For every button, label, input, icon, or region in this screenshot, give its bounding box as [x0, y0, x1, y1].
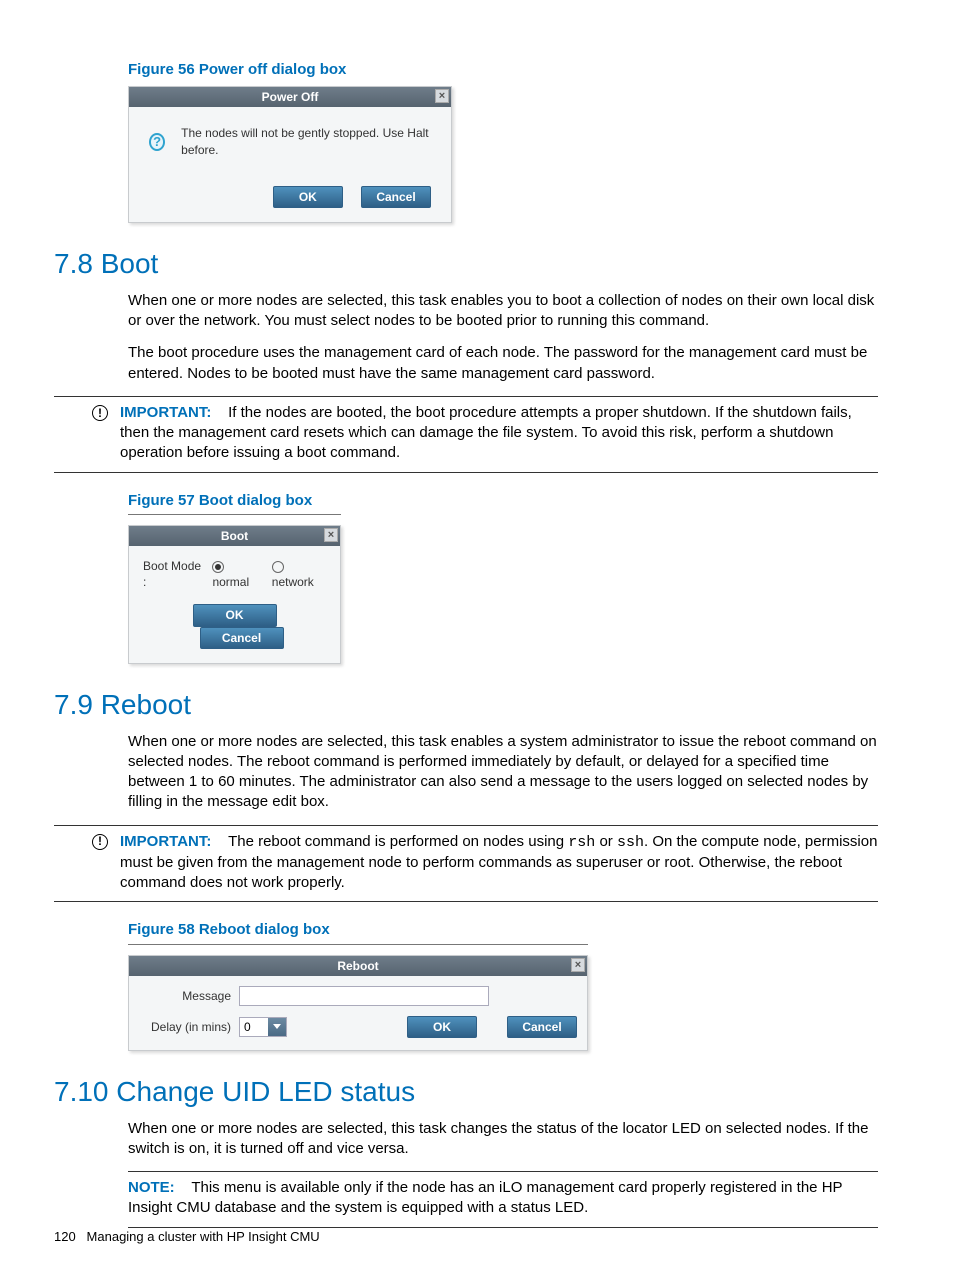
message-input[interactable]: [239, 986, 489, 1006]
ok-button[interactable]: OK: [193, 604, 277, 626]
divider: [54, 901, 878, 902]
figure-58-dialog: Reboot × Message Delay (in mins) 0 OK Ca…: [128, 955, 588, 1051]
dialog-title: Power Off ×: [129, 87, 451, 107]
divider: [54, 472, 878, 473]
figure-56-caption: Figure 56 Power off dialog box: [128, 60, 878, 80]
section-heading-uid: 7.10 Change UID LED status: [54, 1073, 878, 1111]
divider: [54, 396, 878, 397]
dialog-message: The nodes will not be gently stopped. Us…: [181, 125, 431, 157]
boot-para-2: The boot procedure uses the management c…: [128, 343, 878, 384]
cancel-button[interactable]: Cancel: [361, 186, 431, 208]
section-heading-reboot: 7.9 Reboot: [54, 686, 878, 724]
figure-56-dialog: Power Off × ? The nodes will not be gent…: [128, 86, 452, 223]
close-icon[interactable]: ×: [324, 528, 338, 542]
cancel-button[interactable]: Cancel: [507, 1016, 577, 1038]
figure-57-caption: Figure 57 Boot dialog box: [128, 491, 341, 515]
uid-note: NOTE: This menu is available only if the…: [128, 1178, 878, 1219]
important-icon: !: [92, 405, 108, 421]
important-boot: ! IMPORTANT: If the nodes are booted, th…: [54, 403, 878, 464]
note-text: This menu is available only if the node …: [128, 1179, 842, 1216]
important-text-a: The reboot command is performed on nodes…: [228, 833, 568, 850]
important-text-b: or: [595, 833, 617, 850]
radio-normal-label: normal: [212, 575, 249, 589]
page-footer: 120 Managing a cluster with HP Insight C…: [54, 1228, 320, 1246]
reboot-para-1: When one or more nodes are selected, thi…: [128, 732, 878, 813]
divider: [128, 1171, 878, 1172]
dialog-title: Reboot ×: [129, 956, 587, 976]
important-text: If the nodes are booted, the boot proced…: [120, 404, 852, 462]
dialog-title-text: Reboot: [337, 959, 378, 973]
radio-normal[interactable]: normal: [212, 558, 261, 590]
radio-network-label: network: [272, 575, 314, 589]
note-label: NOTE:: [128, 1179, 175, 1196]
important-body: IMPORTANT: If the nodes are booted, the …: [120, 403, 878, 464]
help-icon: ?: [149, 133, 165, 151]
dialog-title: Boot ×: [129, 526, 340, 546]
code-ssh: ssh: [617, 834, 644, 851]
boot-mode-label: Boot Mode :: [143, 558, 202, 590]
delay-spinner[interactable]: 0: [239, 1017, 287, 1037]
cancel-button[interactable]: Cancel: [200, 627, 284, 649]
figure-58-caption: Figure 58 Reboot dialog box: [128, 920, 588, 944]
figure-57-dialog: Boot × Boot Mode : normal network OK Can…: [128, 525, 341, 664]
radio-network[interactable]: network: [272, 558, 326, 590]
code-rsh: rsh: [568, 834, 595, 851]
page-number: 120: [54, 1229, 76, 1244]
divider: [54, 825, 878, 826]
close-icon[interactable]: ×: [435, 89, 449, 103]
important-icon: !: [92, 834, 108, 850]
boot-para-1: When one or more nodes are selected, thi…: [128, 291, 878, 332]
delay-label: Delay (in mins): [139, 1019, 231, 1035]
ok-button[interactable]: OK: [273, 186, 343, 208]
section-heading-boot: 7.8 Boot: [54, 245, 878, 283]
important-body: IMPORTANT: The reboot command is perform…: [120, 832, 878, 894]
delay-value: 0: [240, 1019, 268, 1035]
close-icon[interactable]: ×: [571, 958, 585, 972]
chevron-down-icon[interactable]: [268, 1018, 286, 1036]
important-label: IMPORTANT:: [120, 833, 211, 850]
important-reboot: ! IMPORTANT: The reboot command is perfo…: [54, 832, 878, 894]
chapter-title: Managing a cluster with HP Insight CMU: [87, 1229, 320, 1244]
message-label: Message: [139, 988, 231, 1004]
important-label: IMPORTANT:: [120, 404, 211, 421]
dialog-title-text: Power Off: [262, 90, 319, 104]
ok-button[interactable]: OK: [407, 1016, 477, 1038]
dialog-title-text: Boot: [221, 529, 248, 543]
uid-para-1: When one or more nodes are selected, thi…: [128, 1119, 878, 1160]
